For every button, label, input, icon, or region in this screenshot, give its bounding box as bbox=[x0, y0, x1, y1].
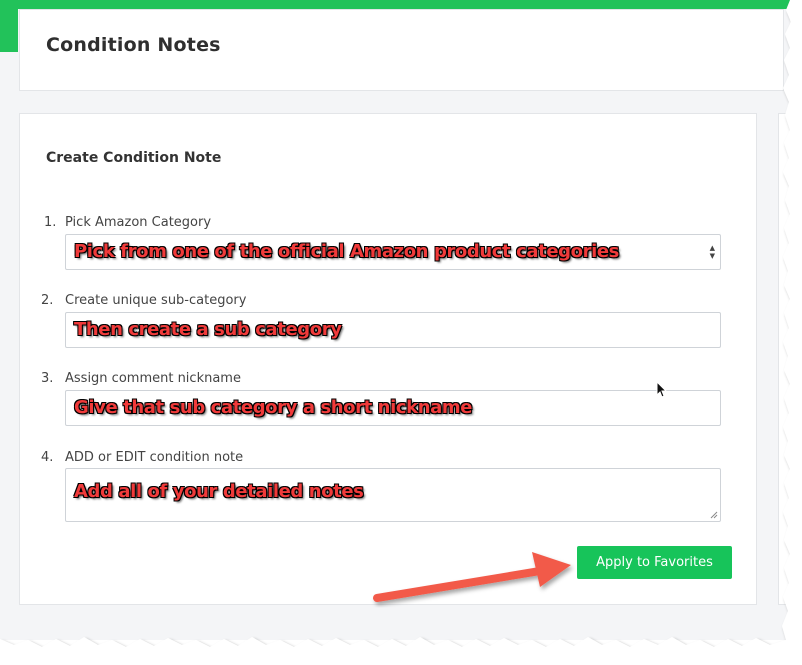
torn-edge-decoration bbox=[0, 0, 802, 665]
